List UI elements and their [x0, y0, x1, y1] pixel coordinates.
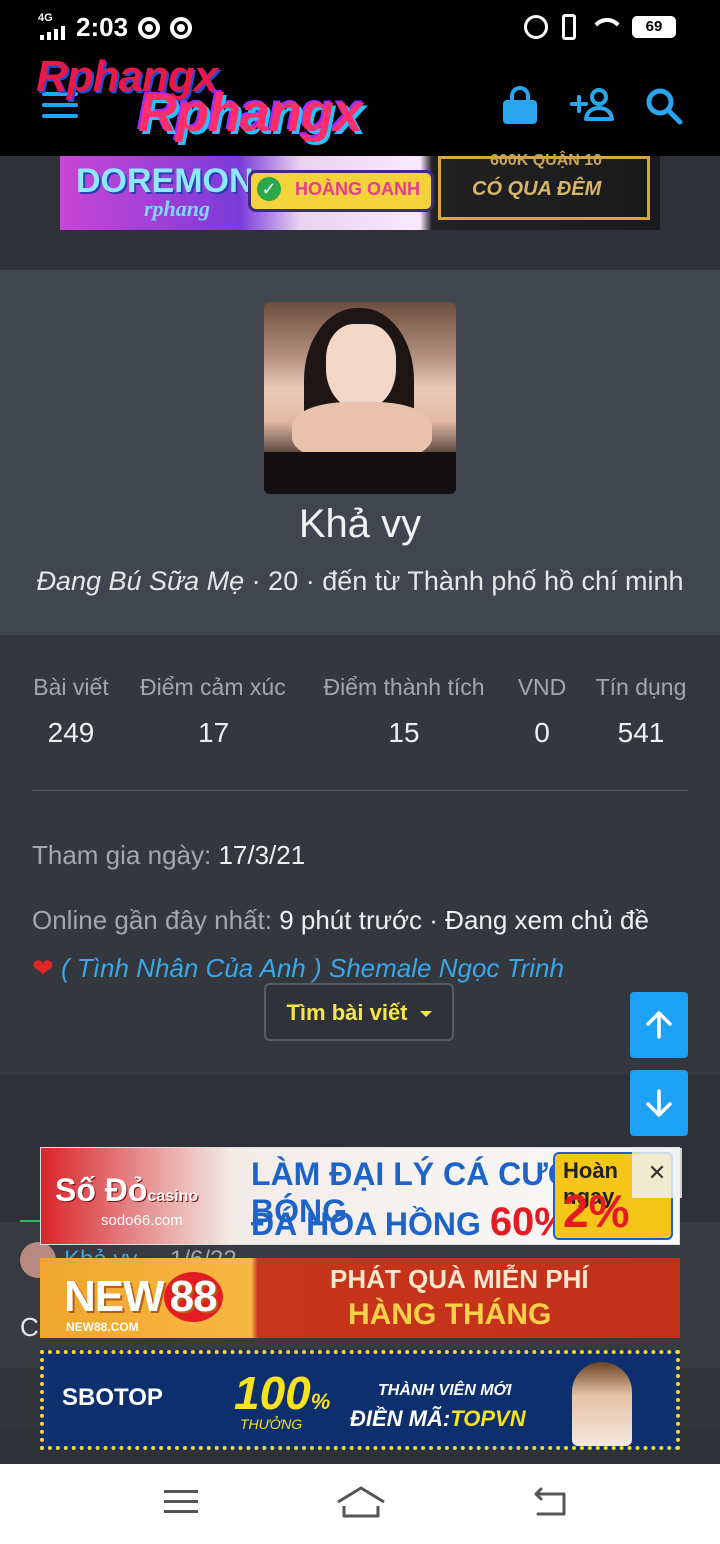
banner-badge: ✓ HOÀNG OANH: [248, 170, 434, 212]
ad3-line2: ĐIỀN MÃ:TOPVN: [350, 1406, 526, 1431]
search-icon[interactable]: [644, 86, 684, 126]
chrome-icon: [138, 17, 160, 39]
close-ad-icon[interactable]: ✕: [632, 1148, 682, 1198]
lock-icon[interactable]: [503, 86, 537, 124]
ad2-line1: PHÁT QUÀ MIỄN PHÍ: [330, 1264, 589, 1294]
user-age: 20: [268, 566, 299, 596]
ad1-brand: Số Đỏcasino: [55, 1172, 199, 1208]
scroll-top-button[interactable]: [630, 992, 688, 1058]
last-seen-activity: · Đang xem chủ đề: [429, 905, 649, 935]
heart-icon: ❤: [32, 953, 54, 983]
status-bar: 4G 2:03 69: [0, 0, 720, 56]
ad1-line2: ĐÁ HOA HỒNG 60%: [251, 1200, 570, 1244]
ad3-brand: SBOTOP: [62, 1384, 163, 1411]
post-snippet: C: [20, 1312, 39, 1342]
caret-down-icon: [419, 1011, 432, 1018]
user-title: Đang Bú Sữa Mẹ: [36, 566, 245, 596]
stat-label: Tín dụng: [595, 674, 687, 700]
joined-label: Tham gia ngày:: [32, 840, 212, 870]
stat-value: 15: [388, 717, 420, 748]
scroll-bottom-button[interactable]: [630, 1070, 688, 1136]
stat-value: 17: [198, 717, 230, 748]
check-icon: ✓: [257, 177, 281, 201]
ad2-brand: NEW 88: [64, 1272, 223, 1322]
last-seen-row: Online gần đây nhất: 9 phút trước · Đang…: [32, 896, 672, 992]
last-seen-label: Online gần đây nhất:: [32, 905, 272, 935]
signal-icon: [40, 26, 70, 40]
ad2-line2: HÀNG THÁNG: [348, 1298, 552, 1331]
profile-name: Khả vy: [298, 502, 422, 546]
banner-line2: CÓ QUA ĐÊM: [472, 178, 602, 200]
user-location[interactable]: Thành phố hồ chí minh: [407, 566, 683, 596]
home-icon[interactable]: [336, 1484, 386, 1520]
stat-value: 249: [47, 717, 95, 748]
profile-info: Đang Bú Sữa Mẹ · 20 · đến từ Thành phố h…: [36, 566, 684, 596]
ad3-line1: THÀNH VIÊN MỚI: [378, 1382, 512, 1399]
stat-posts[interactable]: Bài viết 249: [32, 674, 110, 749]
battery-icon: 69: [632, 16, 676, 38]
add-user-icon[interactable]: [570, 86, 614, 122]
stat-value: 0: [534, 717, 550, 748]
banner-line1: 600K QUẬN 10: [490, 152, 603, 169]
location-prefix: đến từ: [322, 566, 401, 596]
ad-new88[interactable]: NEW 88 NEW88.COM PHÁT QUÀ MIỄN PHÍ HÀNG T…: [40, 1258, 680, 1338]
stat-credit[interactable]: Tín dụng 541: [594, 674, 688, 749]
find-posts-label: Tìm bài viết: [286, 1000, 408, 1025]
recent-apps-icon[interactable]: [164, 1490, 198, 1514]
wifi-icon: [590, 14, 624, 40]
stat-label: VND: [517, 674, 567, 700]
banner-sub: rphang: [144, 196, 211, 221]
ad1-domain: sodo66.com: [101, 1212, 183, 1229]
back-icon[interactable]: [530, 1486, 570, 1518]
stat-trophy[interactable]: Điểm thành tích 15: [320, 674, 488, 749]
alarm-icon: [524, 15, 548, 39]
ad3-thuong: THƯỞNG: [240, 1416, 303, 1432]
thread-link[interactable]: ( Tình Nhân Của Anh ) Shemale Ngọc Trinh: [61, 953, 564, 983]
site-logo[interactable]: Rphangx: [138, 82, 363, 144]
clock: 2:03: [76, 12, 129, 42]
ad-sbotop[interactable]: SBOTOP 100% THƯỞNG THÀNH VIÊN MỚI ĐIỀN M…: [40, 1350, 680, 1450]
top-ad-banner[interactable]: DOREMON rphang ✓ HOÀNG OANH 600K QUẬN 10 …: [60, 152, 660, 230]
joined-date: 17/3/21: [218, 840, 306, 870]
joined-row: Tham gia ngày: 17/3/21: [32, 840, 305, 871]
chrome-icon: [170, 17, 192, 39]
vibrate-icon: [562, 14, 576, 40]
last-seen-time: 9 phút trước: [279, 905, 423, 935]
stat-label: Điểm cảm xúc: [140, 674, 286, 700]
network-type: 4G: [38, 12, 53, 24]
ad2-domain: NEW88.COM: [66, 1320, 139, 1334]
profile-avatar[interactable]: [264, 302, 456, 494]
divider: [32, 790, 688, 791]
find-posts-button[interactable]: Tìm bài viết: [264, 983, 454, 1041]
ad3-model-image: [572, 1362, 632, 1446]
arrow-down-icon: [646, 1089, 672, 1117]
arrow-up-icon: [646, 1011, 672, 1039]
stat-label: Điểm thành tích: [323, 674, 485, 700]
stat-vnd[interactable]: VND 0: [516, 674, 568, 749]
stat-label: Bài viết: [33, 674, 109, 700]
stat-value: 541: [617, 717, 665, 748]
banner-badge-text: HOÀNG OANH: [295, 179, 420, 199]
ad-sodo66[interactable]: Số Đỏcasino sodo66.com LÀM ĐẠI LÝ CÁ CƯỢ…: [40, 1147, 680, 1245]
stat-reactions[interactable]: Điểm cảm xúc 17: [140, 674, 290, 749]
ad3-bonus: 100%: [234, 1367, 331, 1419]
